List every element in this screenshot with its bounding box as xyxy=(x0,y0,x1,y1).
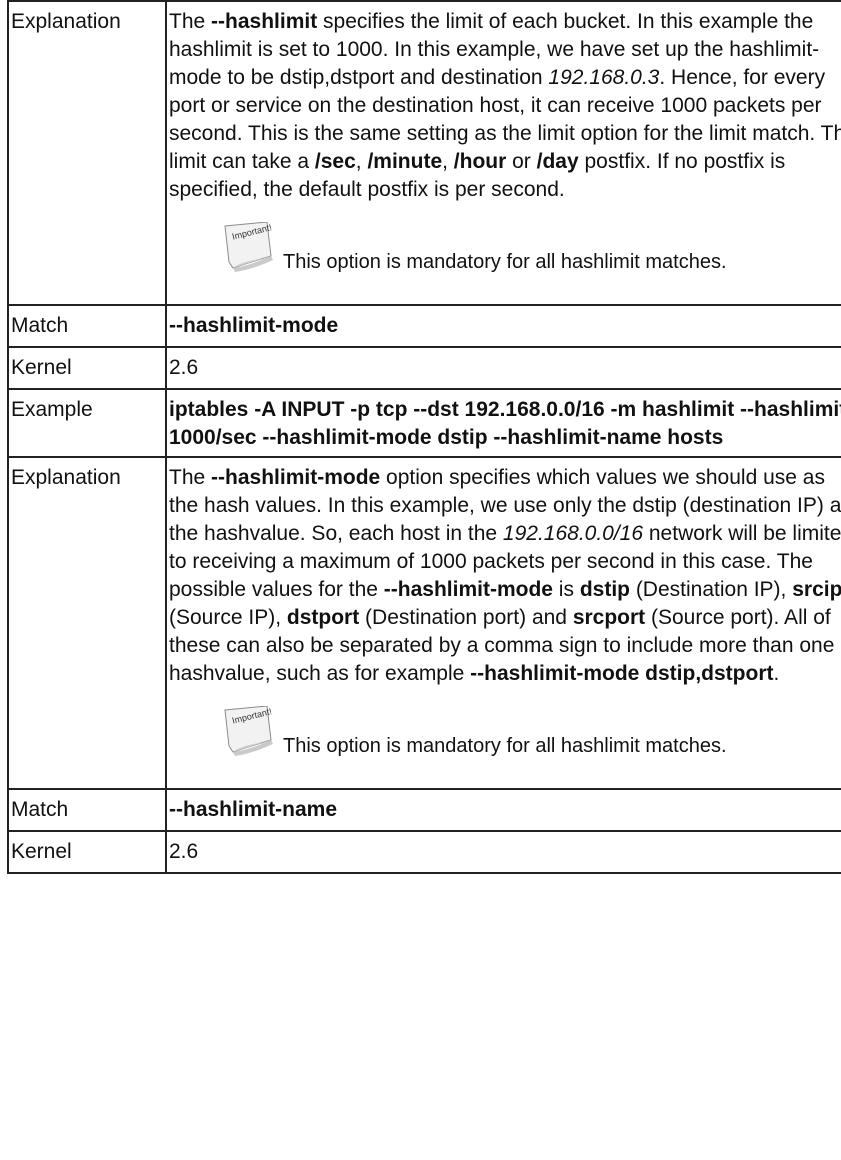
rich-text: 2.6 xyxy=(169,840,198,863)
bold-text: dstport xyxy=(286,606,360,629)
important-sticky-note-icon: Important! xyxy=(221,706,285,760)
text-run: (Source IP), xyxy=(169,606,287,629)
italic-text: 192.168.0.0/16 xyxy=(502,522,644,545)
bold-text: srcip xyxy=(792,578,841,601)
important-note-text: This option is mandatory for all hashlim… xyxy=(283,735,727,757)
row-value: --hashlimit-name xyxy=(165,788,841,832)
italic-text: 192.168.0.3 xyxy=(548,66,660,89)
bold-text: --hashlimit xyxy=(211,10,318,33)
rich-text: 2.6 xyxy=(169,356,198,379)
rich-text: The --hashlimit-mode option specifies wh… xyxy=(169,466,841,685)
table-row-kernel: Kernel 2.6 xyxy=(7,830,841,874)
bold-text: /sec xyxy=(314,150,356,173)
bold-text: /hour xyxy=(453,150,507,173)
bold-text: --hashlimit-mode xyxy=(169,314,339,337)
row-label: Explanation xyxy=(7,0,167,306)
row-value: 2.6 xyxy=(165,346,841,390)
important-note: Important! This option is mandatory for … xyxy=(221,706,841,760)
important-note-text: This option is mandatory for all hashlim… xyxy=(283,251,727,273)
row-value: 2.6 xyxy=(165,830,841,874)
row-value: The --hashlimit specifies the limit of e… xyxy=(165,0,841,306)
bold-text: --hashlimit-mode xyxy=(383,578,553,601)
bold-text: srcport xyxy=(572,606,646,629)
row-label: Kernel xyxy=(7,346,167,390)
rich-text: The --hashlimit specifies the limit of e… xyxy=(169,10,841,201)
bold-text: /day xyxy=(536,150,579,173)
row-label: Kernel xyxy=(7,830,167,874)
option-reference-table: Explanation The --hashlimit specifies th… xyxy=(7,0,841,874)
row-value: --hashlimit-mode xyxy=(165,304,841,348)
bold-text: /minute xyxy=(367,150,443,173)
text-run: 2.6 xyxy=(169,840,199,863)
row-label: Match xyxy=(7,304,167,348)
text-run: The xyxy=(169,466,212,489)
table-row-example: Example iptables -A INPUT -p tcp --dst 1… xyxy=(7,388,841,458)
bold-text: --hashlimit-mode dstip,dstport xyxy=(470,662,774,685)
bold-text: iptables -A INPUT -p tcp --dst 192.168.0… xyxy=(169,398,841,449)
table-row-explanation-hashlimit-mode: Explanation The --hashlimit-mode option … xyxy=(7,456,841,790)
rich-text: --hashlimit-mode xyxy=(169,314,338,337)
text-run: or xyxy=(506,150,537,173)
row-value: iptables -A INPUT -p tcp --dst 192.168.0… xyxy=(165,388,841,458)
text-run: . xyxy=(773,662,780,685)
row-value: The --hashlimit-mode option specifies wh… xyxy=(165,456,841,790)
text-run: , xyxy=(442,150,454,173)
table-row-explanation-hashlimit: Explanation The --hashlimit specifies th… xyxy=(7,0,841,306)
table-row-match-hashlimit-mode: Match --hashlimit-mode xyxy=(7,304,841,348)
bold-text: --hashlimit-name xyxy=(169,798,338,821)
table-row-kernel: Kernel 2.6 xyxy=(7,346,841,390)
table-row-match-hashlimit-name: Match --hashlimit-name xyxy=(7,788,841,832)
row-label: Match xyxy=(7,788,167,832)
text-run: The xyxy=(169,10,212,33)
text-run: , xyxy=(355,150,368,173)
text-run: is xyxy=(552,578,580,601)
rich-text: --hashlimit-name xyxy=(169,798,337,821)
important-note: Important! This option is mandatory for … xyxy=(221,222,841,276)
text-run: 2.6 xyxy=(169,356,199,379)
bold-text: dstip xyxy=(579,578,630,601)
row-label: Explanation xyxy=(7,456,167,790)
rich-text: iptables -A INPUT -p tcp --dst 192.168.0… xyxy=(169,398,841,449)
text-run: (Destination IP), xyxy=(629,578,793,601)
row-label: Example xyxy=(7,388,167,458)
bold-text: --hashlimit-mode xyxy=(211,466,381,489)
important-sticky-note-icon: Important! xyxy=(221,222,285,276)
text-run: (Destination port) and xyxy=(359,606,573,629)
